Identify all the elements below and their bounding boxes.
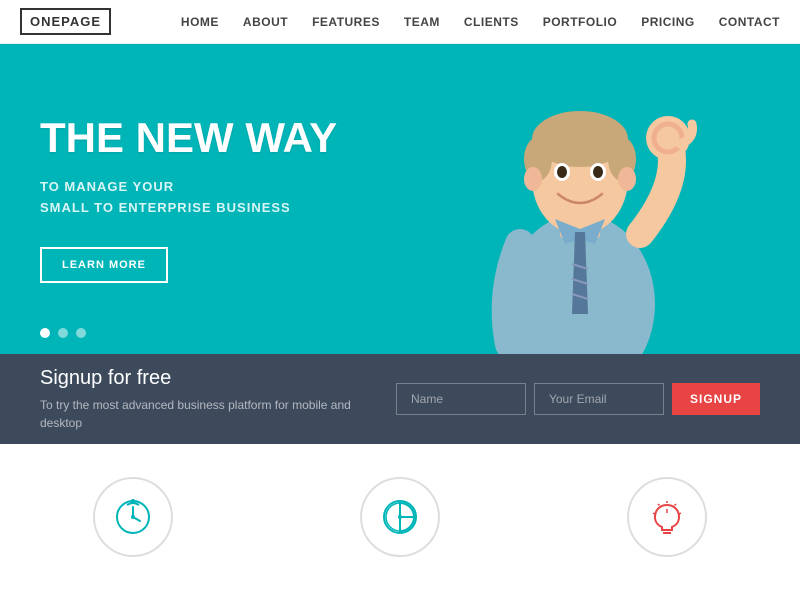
- nav-link-about[interactable]: ABOUT: [243, 15, 288, 29]
- signup-form: SIGNUP: [396, 383, 760, 415]
- nav-menu: HOME ABOUT FEATURES TEAM CLIENTS PORTFOL…: [181, 13, 780, 31]
- hero-subtitle-line1: TO MANAGE YOUR: [40, 179, 174, 194]
- hero-cta-button[interactable]: LEARN MORE: [40, 247, 168, 283]
- nav-link-clients[interactable]: CLIENTS: [464, 15, 519, 29]
- hero-section: THE NEW WAY TO MANAGE YOUR SMALL TO ENTE…: [0, 44, 800, 354]
- slider-dot-2[interactable]: [58, 328, 68, 338]
- hero-person-svg: [440, 44, 720, 354]
- hero-person-image: [440, 44, 720, 354]
- hero-title: THE NEW WAY: [40, 115, 337, 161]
- nav-item-pricing[interactable]: PRICING: [641, 13, 695, 31]
- nav-link-contact[interactable]: CONTACT: [719, 15, 780, 29]
- features-section: [0, 444, 800, 600]
- nav-item-home[interactable]: HOME: [181, 13, 219, 31]
- navbar: ONEPAGE HOME ABOUT FEATURES TEAM CLIENTS…: [0, 0, 800, 44]
- feature-item-bulb: [533, 467, 800, 577]
- slider-dot-1[interactable]: [40, 328, 50, 338]
- feature-item-clock: [0, 467, 267, 577]
- signup-section: Signup for free To try the most advanced…: [0, 354, 800, 444]
- logo[interactable]: ONEPAGE: [20, 8, 111, 35]
- hero-subtitle: TO MANAGE YOUR SMALL TO ENTERPRISE BUSIN…: [40, 177, 337, 219]
- nav-link-pricing[interactable]: PRICING: [641, 15, 695, 29]
- signup-name-input[interactable]: [396, 383, 526, 415]
- hero-content: THE NEW WAY TO MANAGE YOUR SMALL TO ENTE…: [0, 75, 377, 323]
- logo-one: ONE: [30, 14, 61, 29]
- nav-item-contact[interactable]: CONTACT: [719, 13, 780, 31]
- nav-item-team[interactable]: TEAM: [404, 13, 440, 31]
- hero-subtitle-line2: SMALL TO ENTERPRISE BUSINESS: [40, 200, 291, 215]
- nav-item-portfolio[interactable]: PORTFOLIO: [543, 13, 618, 31]
- signup-title: Signup for free: [40, 367, 356, 390]
- signup-email-input[interactable]: [534, 383, 664, 415]
- logo-page: PAGE: [61, 14, 101, 29]
- feature-item-chart: [267, 467, 534, 577]
- signup-button[interactable]: SIGNUP: [672, 383, 760, 415]
- bulb-icon: [647, 497, 687, 537]
- nav-item-features[interactable]: FEATURES: [312, 13, 380, 31]
- chart-icon: [380, 497, 420, 537]
- nav-link-features[interactable]: FEATURES: [312, 15, 380, 29]
- signup-text: Signup for free To try the most advanced…: [40, 367, 356, 432]
- nav-item-clients[interactable]: CLIENTS: [464, 13, 519, 31]
- feature-icon-clock-circle: [93, 477, 173, 557]
- feature-icon-bulb-circle: [627, 477, 707, 557]
- signup-description: To try the most advanced business platfo…: [40, 396, 356, 432]
- slider-dot-3[interactable]: [76, 328, 86, 338]
- slider-dots: [40, 328, 86, 338]
- clock-icon: [113, 497, 153, 537]
- nav-link-portfolio[interactable]: PORTFOLIO: [543, 15, 618, 29]
- nav-item-about[interactable]: ABOUT: [243, 13, 288, 31]
- nav-link-team[interactable]: TEAM: [404, 15, 440, 29]
- nav-link-home[interactable]: HOME: [181, 15, 219, 29]
- feature-icon-chart-circle: [360, 477, 440, 557]
